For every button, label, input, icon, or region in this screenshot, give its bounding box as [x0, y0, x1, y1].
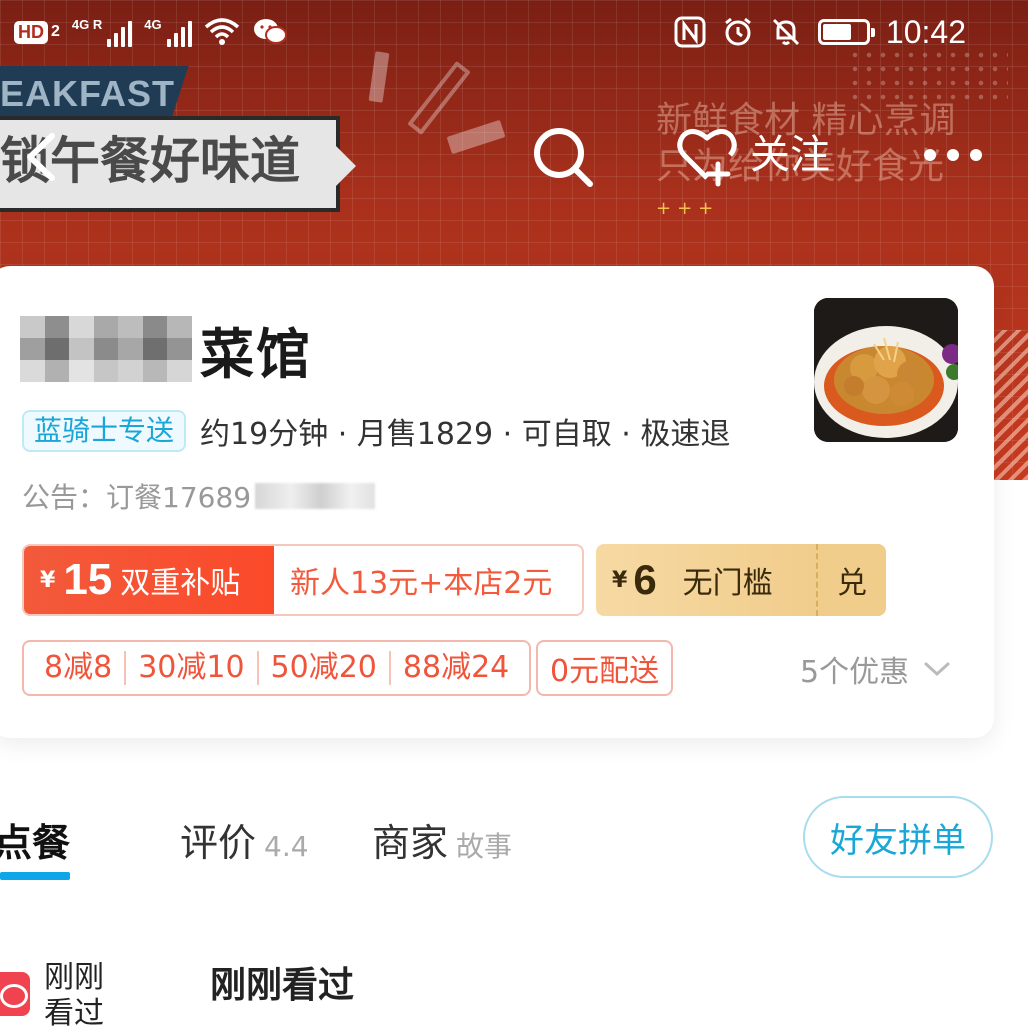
banner-stripe-pattern — [988, 330, 1028, 480]
tab-reviews-label: 评价 — [180, 821, 257, 865]
delivery-badge: 蓝骑士专送 — [22, 410, 187, 452]
dish-image — [814, 298, 958, 442]
alarm-icon — [724, 17, 751, 46]
tab-reviews[interactable]: 评价 4.4 — [180, 812, 309, 882]
section-title: 刚刚看过 — [210, 965, 355, 1006]
hd-sim-number: 2 — [51, 23, 60, 40]
status-left: HD 2 4G R 4G — [14, 14, 288, 50]
search-icon[interactable] — [530, 124, 596, 190]
banner-plus-marks: +++ — [656, 198, 720, 219]
subsidy-detail: 新人13元+本店2元 — [290, 566, 553, 601]
discount-tier: 30减10 — [124, 651, 256, 685]
redeem-label: 无门槛 — [682, 566, 773, 601]
wechat-icon — [253, 19, 287, 44]
nfc-icon — [674, 16, 706, 48]
battery-icon — [817, 19, 875, 45]
redeem-amount: 6 — [633, 556, 657, 603]
more-icon[interactable] — [924, 138, 994, 172]
banner-slogan-tip — [336, 146, 356, 186]
status-right: 10:42 — [674, 10, 966, 54]
chevron-down-icon — [924, 662, 950, 677]
redeem-coupon-amount: ¥ 6 无门槛 — [596, 544, 816, 616]
network-type-label: 4G R — [71, 17, 103, 32]
banner-deco-stroke — [407, 60, 471, 136]
cell-signal-icon: 4G R — [71, 17, 133, 47]
tab-merchant-label: 商家 — [372, 821, 449, 865]
follow-label: 关注 — [750, 132, 830, 178]
hd-label: HD — [14, 20, 48, 44]
discount-tier: 88减24 — [388, 651, 521, 685]
clock: 10:42 — [885, 13, 966, 50]
shop-name: 菜馆 — [20, 314, 312, 386]
cell-signal-icon: 4G — [144, 17, 192, 47]
friend-group-order-button[interactable]: 好友拼单 — [803, 796, 993, 878]
back-icon[interactable] — [18, 124, 68, 190]
banner-deco-stroke — [446, 119, 506, 155]
subsidy-amount: 15 — [63, 555, 113, 604]
redeem-coupon[interactable]: ¥ 6 无门槛 兑 — [596, 544, 886, 616]
follow-button[interactable]: 关注 — [674, 122, 830, 188]
notice-text: 公告：订餐17689 — [22, 481, 252, 514]
hd-voice-icon: HD 2 — [14, 20, 60, 44]
currency-symbol: ¥ — [40, 567, 56, 593]
subsidy-coupon[interactable]: ¥ 15 双重补贴 新人13元+本店2元 — [22, 544, 584, 616]
status-bar: HD 2 4G R 4G 10:42 — [0, 0, 1028, 66]
redeem-button[interactable]: 兑 — [816, 544, 886, 616]
shop-meta-text: 约19分钟 · 月售1829 · 可自取 · 极速退 — [200, 417, 731, 452]
banner-ribbon-text: EAKFAST — [0, 73, 176, 114]
eye-icon — [0, 972, 30, 1016]
discount-tier: 50减20 — [256, 651, 389, 685]
subsidy-coupon-amount: ¥ 15 双重补贴 — [24, 546, 274, 614]
tab-order-label: 点餐 — [0, 821, 71, 865]
shop-meta-row: 蓝骑士专送 约19分钟 · 月售1829 · 可自取 · 极速退 — [22, 408, 730, 454]
shop-name-redacted — [20, 316, 192, 382]
more-offers-button[interactable]: 5个优惠 — [800, 644, 951, 694]
currency-symbol: ¥ — [612, 567, 628, 593]
network-type-label: 4G — [144, 17, 162, 32]
free-shipping-tag[interactable]: 0元配送 — [536, 640, 674, 696]
shop-info-card: 菜馆 蓝骑士专送 约19分钟 · 月售1829 · 可自取 · 极速退 公告：订… — [0, 266, 994, 738]
more-offers-label: 5个优惠 — [800, 655, 910, 690]
tab-merchant[interactable]: 商家 故事 — [372, 812, 512, 882]
wifi-icon — [204, 18, 239, 45]
mute-bell-icon — [772, 18, 799, 46]
category-recently-viewed[interactable]: 刚刚看过 — [44, 960, 114, 1028]
active-tab-indicator — [0, 872, 70, 880]
shop-name-text: 菜馆 — [200, 322, 312, 386]
shop-notice[interactable]: 公告：订餐17689 — [22, 474, 376, 518]
subsidy-label: 双重补贴 — [120, 566, 241, 601]
discount-tier: 8减8 — [44, 650, 113, 685]
heart-plus-icon — [677, 129, 737, 187]
discount-tiers[interactable]: 8减8 30减10 50减20 88减24 — [22, 640, 532, 696]
shop-thumbnail[interactable] — [814, 298, 958, 442]
notice-redacted — [255, 483, 376, 509]
tab-reviews-rating: 4.4 — [264, 830, 309, 863]
tab-merchant-sub: 故事 — [456, 830, 513, 863]
